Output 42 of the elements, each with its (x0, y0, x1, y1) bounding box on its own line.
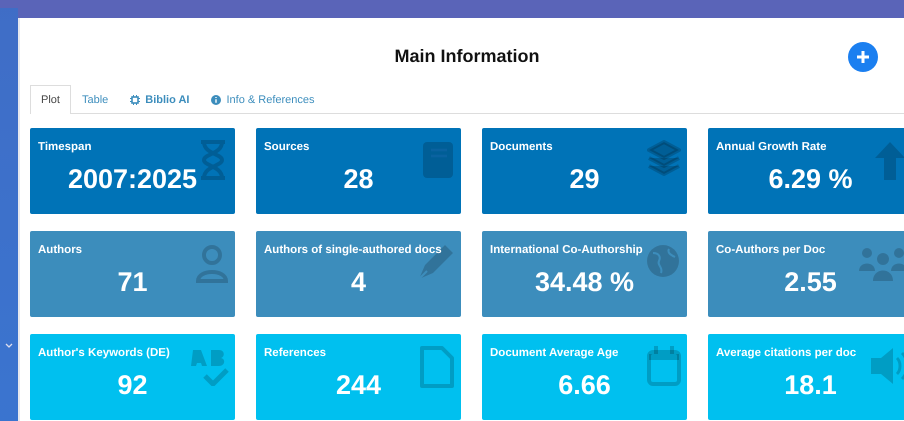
card-label: Authors of single-authored docs (264, 244, 442, 256)
tab[interactable]: Table (70, 85, 120, 114)
file-icon (419, 346, 455, 390)
info-icon (211, 95, 222, 105)
card-label: Authors (38, 244, 82, 256)
tab[interactable]: Plot (30, 85, 71, 114)
chip-icon (130, 95, 140, 105)
plus-icon (856, 50, 870, 64)
card-label: Annual Growth Rate (716, 141, 827, 153)
card-label: Co-Authors per Doc (716, 244, 826, 256)
card-label: Author's Keywords (DE) (38, 347, 170, 359)
up-arrow-icon (873, 140, 904, 182)
card-value: 6.66 (557, 370, 612, 401)
book-icon (421, 140, 455, 180)
card-value: 244 (334, 370, 382, 401)
card-label: Timespan (38, 141, 92, 153)
tab[interactable]: Biblio AI (119, 85, 200, 114)
user-icon (195, 243, 229, 285)
calendar-icon (647, 346, 681, 386)
card-label: Documents (490, 141, 553, 153)
tab[interactable]: Info & References (200, 85, 326, 114)
card-value: 71 (116, 267, 149, 298)
speaker-icon (869, 346, 904, 386)
chevron-down-icon[interactable] (5, 343, 13, 349)
layers-icon (647, 140, 681, 176)
panel-title: Main Information (394, 44, 540, 66)
card-value: 2.55 (783, 267, 838, 298)
card-value: 18.1 (783, 370, 838, 401)
card-label: Document Average Age (490, 347, 618, 359)
card-label: Average citations per doc (716, 347, 856, 359)
card-value: 92 (116, 370, 149, 401)
card-value: 29 (568, 164, 601, 195)
card-label: International Co-Authorship (490, 244, 643, 256)
card-value: 2007:2025 (66, 164, 198, 195)
globe-icon (645, 243, 681, 279)
card-value: 6.29 % (767, 164, 854, 195)
card-value: 28 (342, 164, 375, 195)
card-value: 4 (350, 267, 368, 298)
add-button[interactable] (848, 42, 878, 72)
card-label: References (264, 347, 326, 359)
card-label: Sources (264, 141, 310, 153)
card-value: 34.48 % (534, 267, 636, 298)
